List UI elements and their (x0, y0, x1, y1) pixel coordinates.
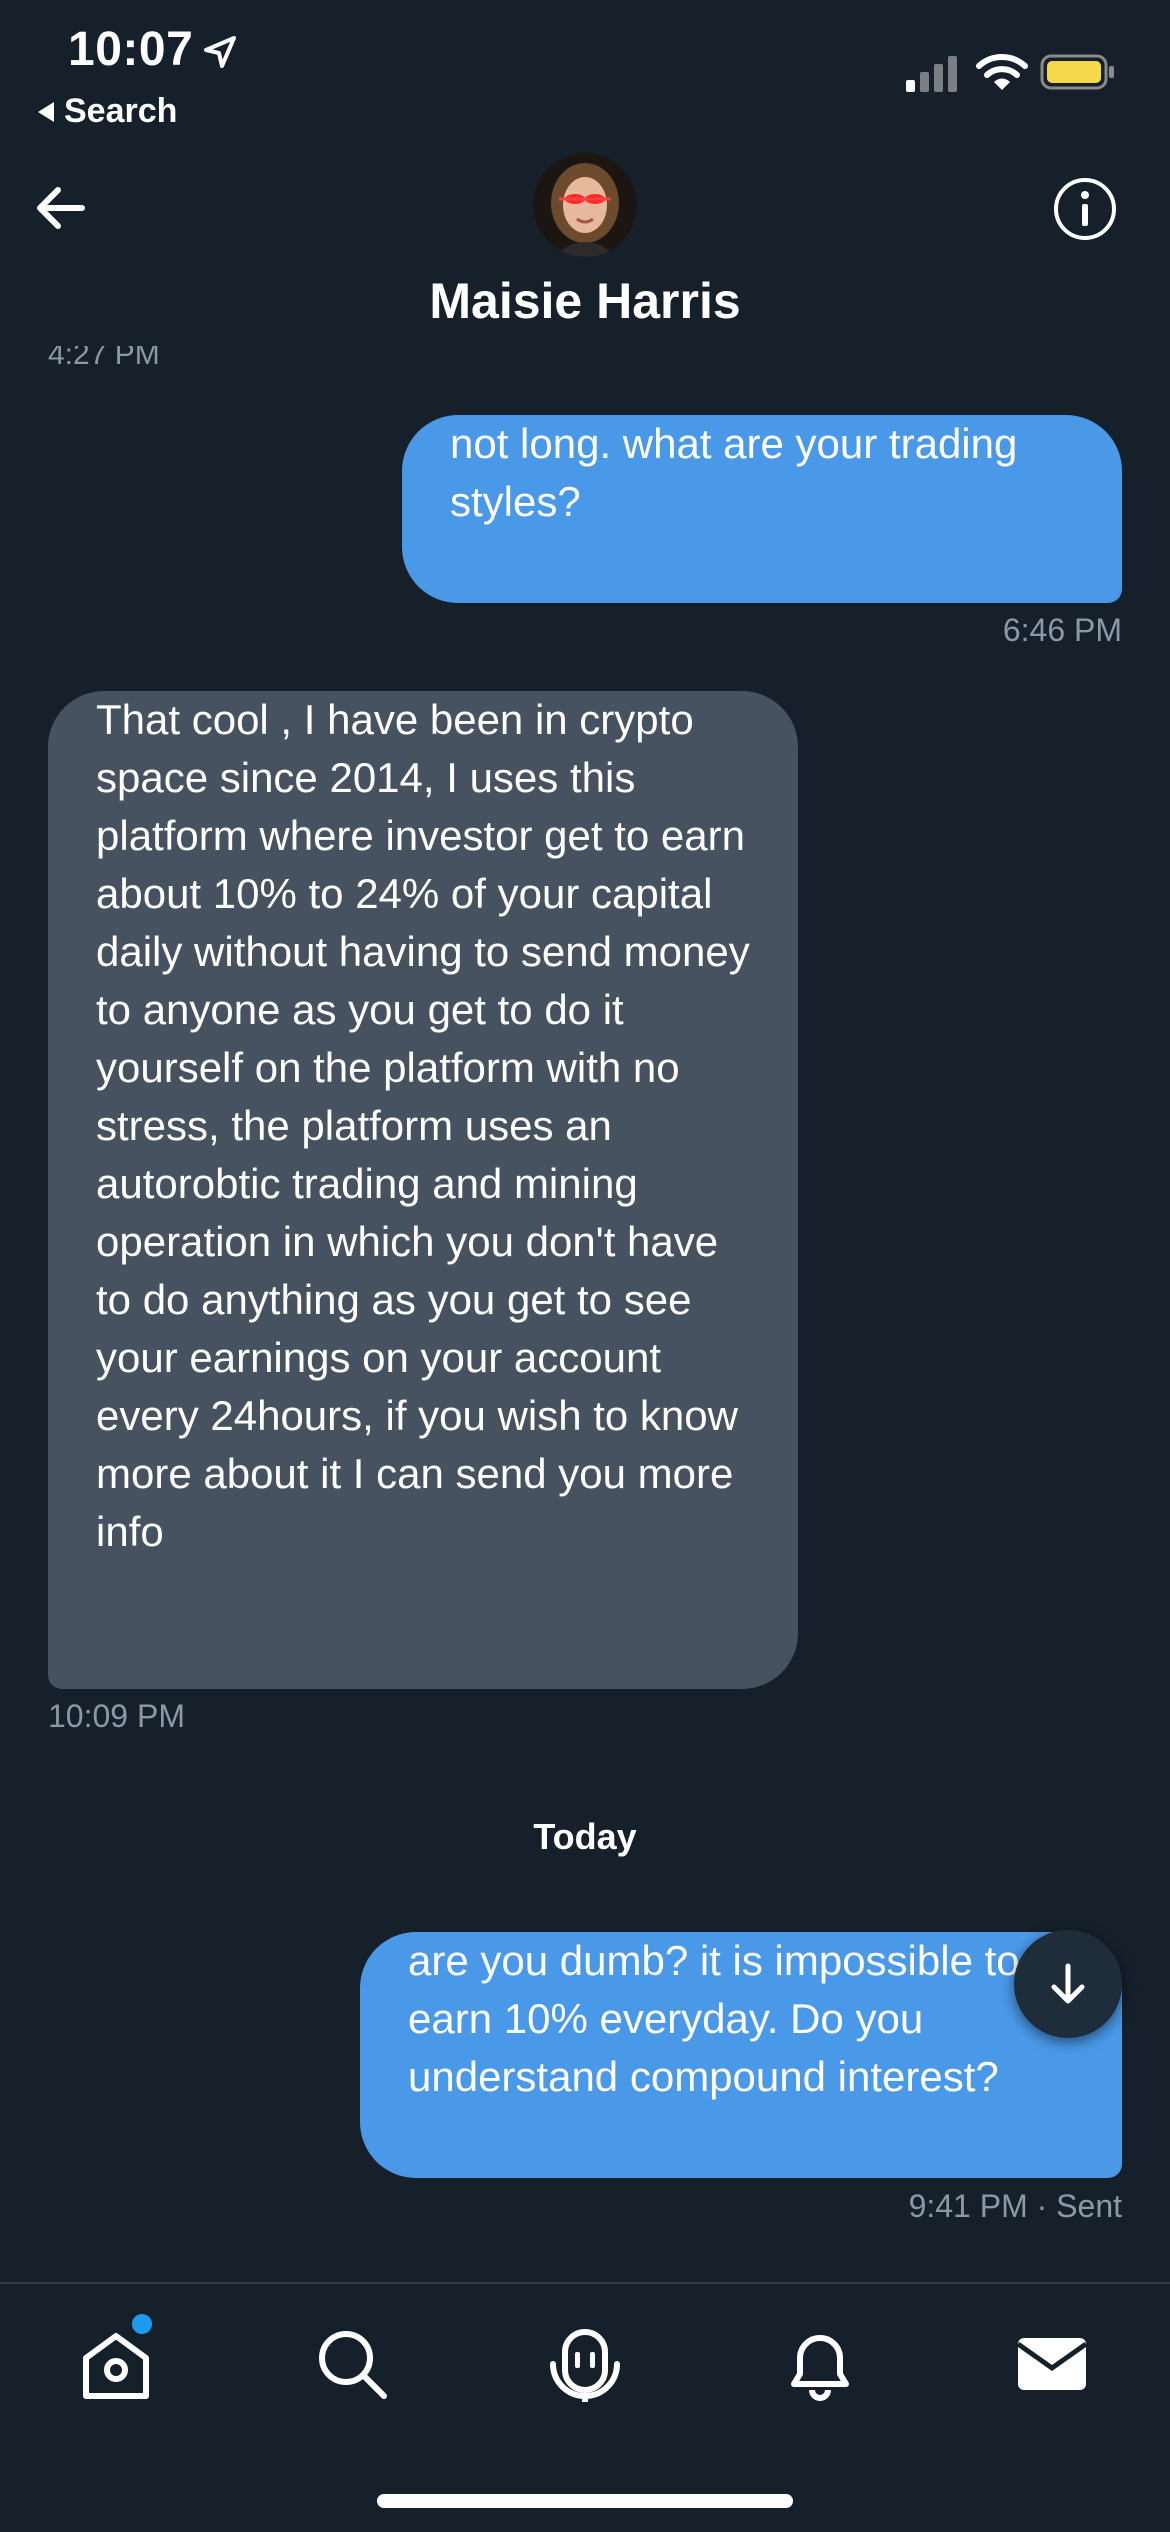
wifi-icon (976, 54, 1028, 90)
dm-conversation-screen: 10:07 Search Maisie Harris 4:27 PM not l… (0, 0, 1170, 2532)
outgoing-message-bubble[interactable]: are you dumb? it is impossible to earn 1… (360, 1932, 1122, 2178)
home-icon[interactable] (76, 2324, 156, 2404)
avatar-photo (533, 153, 637, 257)
partial-timestamp: 4:27 PM (48, 346, 160, 366)
status-time: 10:07 (68, 23, 194, 76)
contact-avatar[interactable] (533, 153, 637, 257)
contact-name[interactable]: Maisie Harris (0, 272, 1170, 330)
new-activity-dot (132, 2314, 152, 2334)
spaces-icon[interactable] (545, 2324, 625, 2404)
back-arrow-icon[interactable] (30, 178, 90, 238)
location-arrow-icon (204, 36, 236, 68)
home-indicator[interactable] (377, 2494, 793, 2508)
message-text: are you dumb? it is impossible to earn 1… (408, 1937, 1020, 2100)
arrow-down-icon (1051, 1963, 1085, 2004)
info-icon[interactable] (1052, 176, 1118, 242)
message-timestamp: 6:46 PM (1002, 612, 1122, 648)
outgoing-message-bubble[interactable]: not long. what are your trading styles? (402, 415, 1122, 603)
back-triangle-icon (38, 101, 54, 122)
messages-icon[interactable] (1012, 2324, 1092, 2404)
message-text: That cool , I have been in crypto space … (96, 696, 750, 1555)
back-to-app-label: Search (64, 92, 178, 130)
back-to-app-link[interactable]: Search (38, 92, 177, 131)
search-icon[interactable] (312, 2324, 392, 2404)
message-timestamp: 10:09 PM (48, 1698, 185, 1734)
cellular-signal-icon (906, 56, 957, 92)
scroll-to-bottom-button[interactable] (1014, 1930, 1122, 2038)
notifications-icon[interactable] (780, 2324, 860, 2404)
message-text: not long. what are your trading styles? (450, 420, 1018, 525)
day-separator: Today (533, 1816, 637, 1857)
message-timestamp: 9:41 PM · Sent (908, 2188, 1122, 2224)
battery-icon (1040, 54, 1114, 90)
incoming-message-bubble[interactable]: That cool , I have been in crypto space … (48, 691, 798, 1689)
